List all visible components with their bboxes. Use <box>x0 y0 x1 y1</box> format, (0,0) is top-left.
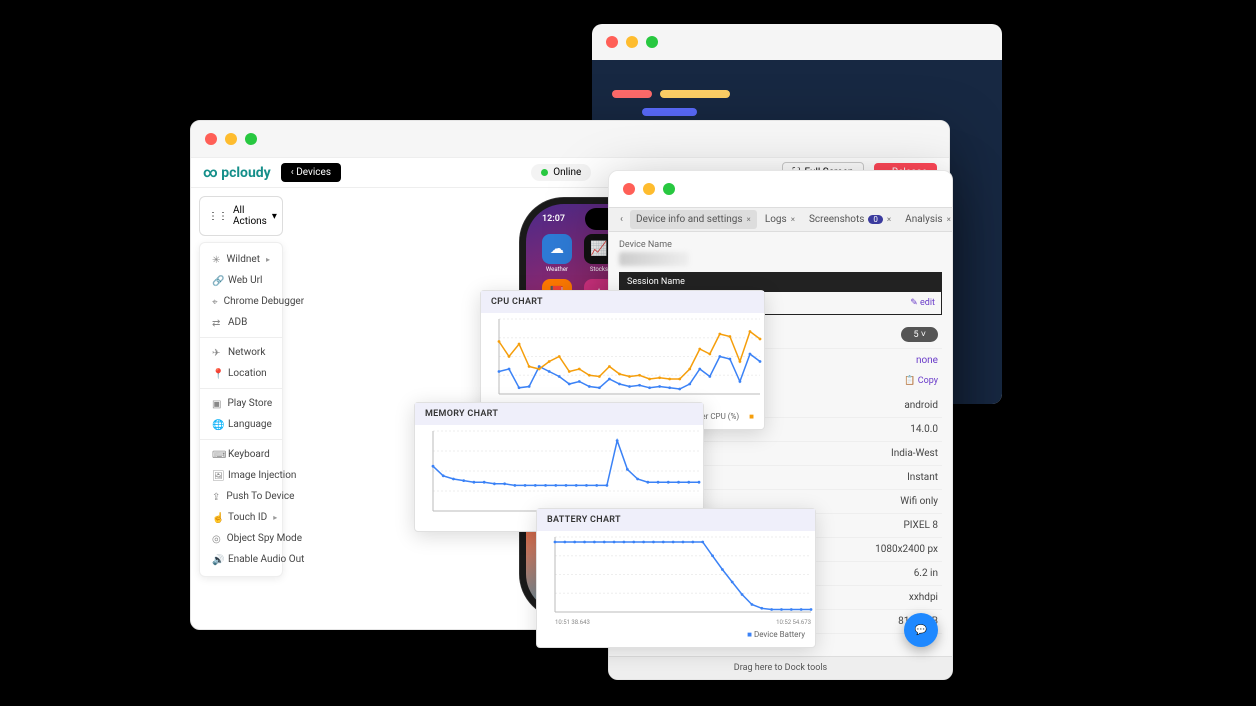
minimize-icon[interactable] <box>225 133 237 145</box>
menu-icon: 📍 <box>212 369 222 379</box>
close-icon[interactable] <box>606 36 618 48</box>
menu-icon: ✈ <box>212 348 222 358</box>
menu-item-wildnet[interactable]: ✳Wildnet <box>200 249 282 270</box>
menu-icon: ✳ <box>212 255 221 265</box>
maximize-icon[interactable] <box>245 133 257 145</box>
minimize-icon[interactable] <box>643 183 655 195</box>
device-name-label: Device Name <box>609 232 952 252</box>
close-icon[interactable] <box>205 133 217 145</box>
menu-item-adb[interactable]: ⇄ADB <box>200 312 282 333</box>
menu-item-play-store[interactable]: ▣Play Store <box>200 393 282 414</box>
svg-text:10:52 54.673: 10:52 54.673 <box>776 619 811 626</box>
menu-icon: ▣ <box>212 399 221 409</box>
tab-logs[interactable]: Logs × <box>759 210 801 229</box>
menu-icon: ◎ <box>212 534 221 544</box>
cpu-chart <box>481 313 766 408</box>
app-weather[interactable]: ☁Weather <box>540 234 574 273</box>
menu-icon: ⌖ <box>212 297 218 307</box>
session-name-header: Session Name <box>619 272 942 292</box>
tabs-prev-icon[interactable]: ‹ <box>615 212 628 227</box>
menu-icon: ⌨ <box>212 450 222 460</box>
menu-icon: ☝ <box>212 513 222 523</box>
menu-item-chrome-debugger[interactable]: ⌖Chrome Debugger <box>200 291 282 312</box>
menu-item-keyboard[interactable]: ⌨Keyboard <box>200 444 282 465</box>
dock-footer[interactable]: Drag here to Dock tools <box>609 656 952 679</box>
maximize-icon[interactable] <box>663 183 675 195</box>
menu-item-language[interactable]: 🌐Language <box>200 414 282 435</box>
grid-icon: ⋮⋮ <box>208 211 228 222</box>
menu-item-push-to-device[interactable]: ⇪Push To Device <box>200 486 282 507</box>
tab-device[interactable]: Device info and settings × <box>630 210 757 229</box>
menu-icon: 🔗 <box>212 276 222 286</box>
menu-item-object-spy-mode[interactable]: ◎Object Spy Mode <box>200 528 282 549</box>
tab-close-icon[interactable]: × <box>887 215 891 224</box>
brand-logo: pcloudy <box>203 165 271 181</box>
menu-item-web-url[interactable]: 🔗Web Url <box>200 270 282 291</box>
chart-title: BATTERY CHART <box>537 509 815 531</box>
actions-menu: ✳Wildnet🔗Web Url⌖Chrome Debugger⇄ADB ✈Net… <box>199 242 283 577</box>
menu-icon: 🖼 <box>212 471 222 481</box>
tab-analysis[interactable]: Analysis × <box>899 210 952 229</box>
chat-bubble-icon[interactable]: 💬 <box>904 613 938 647</box>
chart-title: CPU CHART <box>481 291 764 313</box>
menu-icon: ⇪ <box>212 492 220 502</box>
menu-icon: 🌐 <box>212 420 222 430</box>
window-controls <box>592 24 1002 60</box>
tab-close-icon[interactable]: × <box>947 215 951 224</box>
tab-close-icon[interactable]: × <box>747 215 751 224</box>
menu-item-location[interactable]: 📍Location <box>200 363 282 384</box>
legend-item: Device Battery <box>747 630 805 639</box>
device-name-value <box>619 252 689 266</box>
menu-icon: 🔊 <box>212 555 222 565</box>
clock: 12:07 <box>542 214 565 224</box>
tab-screenshots[interactable]: Screenshots 0 × <box>803 210 897 229</box>
menu-item-network[interactable]: ✈Network <box>200 342 282 363</box>
close-icon[interactable] <box>623 183 635 195</box>
back-devices-button[interactable]: Devices <box>281 163 341 182</box>
window-controls <box>191 121 949 158</box>
all-actions-dropdown[interactable]: ⋮⋮ All Actions <box>199 196 283 236</box>
chart-title: MEMORY CHART <box>415 403 703 425</box>
menu-icon: ⇄ <box>212 318 222 328</box>
battery-legend: Device Battery <box>537 626 815 643</box>
maximize-icon[interactable] <box>646 36 658 48</box>
svg-text:10:51 38.643: 10:51 38.643 <box>555 619 590 626</box>
status-online: Online <box>531 164 591 181</box>
tab-close-icon[interactable]: × <box>791 215 795 224</box>
menu-item-image-injection[interactable]: 🖼Image Injection <box>200 465 282 486</box>
menu-item-enable-audio-out[interactable]: 🔊Enable Audio Out <box>200 549 282 570</box>
window-controls <box>609 171 952 207</box>
legend-item <box>749 412 754 421</box>
tools-tabs: ‹ Device info and settings ×Logs ×Screen… <box>609 207 952 232</box>
battery-chart-panel: BATTERY CHART 10:51 38.643 10:52 54.673 D… <box>536 508 816 648</box>
edit-session-link[interactable]: edit <box>910 298 935 308</box>
sidebar: ⋮⋮ All Actions ✳Wildnet🔗Web Url⌖Chrome D… <box>191 188 291 630</box>
menu-item-touch-id[interactable]: ☝Touch ID <box>200 507 282 528</box>
minimize-icon[interactable] <box>626 36 638 48</box>
battery-chart: 10:51 38.643 10:52 54.673 <box>537 531 817 626</box>
